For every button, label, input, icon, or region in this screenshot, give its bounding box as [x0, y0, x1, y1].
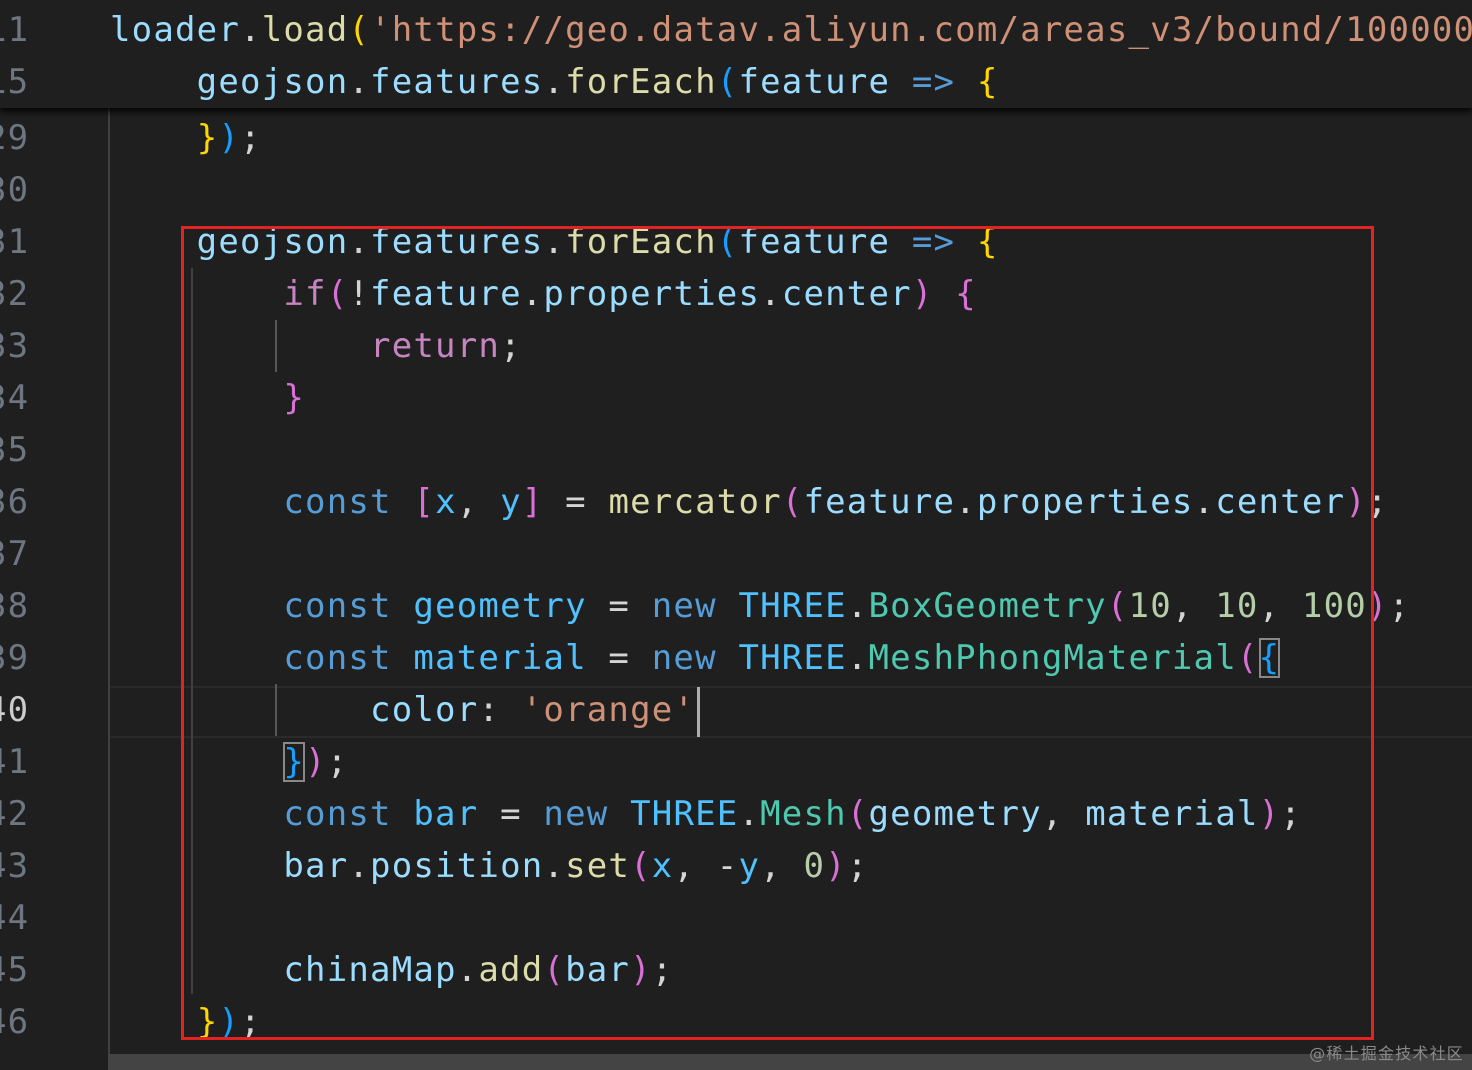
code-line[interactable]: 15 geojson.features.forEach(feature => { — [0, 56, 1472, 108]
line-number: 31 — [0, 222, 30, 262]
line-number: 37 — [0, 534, 30, 574]
code-token: ; — [240, 118, 262, 158]
code-token: geojson — [110, 62, 349, 102]
code-line[interactable]: 30 — [0, 164, 1472, 216]
line-number: 32 — [0, 274, 30, 314]
horizontal-scrollbar[interactable] — [108, 1054, 1472, 1070]
code-line[interactable]: 11 loader.load('https://geo.datav.aliyun.… — [0, 4, 1472, 56]
code-editor[interactable]: 29 });3031 geojson.features.forEach(feat… — [0, 0, 1472, 1070]
code-token: { — [976, 62, 999, 102]
sticky-scroll-header[interactable]: 11loader.load('https://geo.datav.aliyun.… — [0, 0, 1472, 108]
line-number: 35 — [0, 430, 30, 470]
code-line[interactable]: 29 }); — [0, 112, 1472, 164]
code-token: loader — [110, 10, 241, 50]
gutter-corner — [0, 1054, 108, 1070]
code-token: . — [543, 62, 566, 102]
line-content[interactable]: }); — [110, 112, 262, 164]
code-token: ( — [716, 62, 739, 102]
code-token: ( — [348, 10, 371, 50]
code-token: => — [890, 62, 977, 102]
line-number: 11 — [0, 10, 30, 50]
line-number: 36 — [0, 482, 30, 522]
line-number: 33 — [0, 326, 30, 366]
line-number: 44 — [0, 898, 30, 938]
red-annotation-box — [181, 226, 1374, 1040]
line-number: 42 — [0, 794, 30, 834]
code-token: } — [196, 118, 219, 158]
line-number: 29 — [0, 118, 30, 158]
line-number: 39 — [0, 638, 30, 678]
code-token: feature — [738, 62, 891, 102]
line-number: 38 — [0, 586, 30, 626]
line-number: 15 — [0, 62, 30, 102]
line-number: 41 — [0, 742, 30, 782]
line-content[interactable]: geojson.features.forEach(feature => { — [110, 56, 999, 108]
line-content[interactable]: loader.load('https://geo.datav.aliyun.co… — [110, 4, 1472, 56]
code-token: forEach — [565, 62, 717, 102]
watermark: @稀土掘金技术社区 — [1309, 1044, 1464, 1063]
line-number: 30 — [0, 170, 30, 210]
line-number: 34 — [0, 378, 30, 418]
code-token: load — [261, 10, 349, 50]
code-token: . — [348, 62, 371, 102]
code-token: 'https://geo.datav.aliyun.com/areas_v3/b… — [370, 10, 1472, 50]
code-token: . — [240, 10, 262, 50]
line-number: 40 — [0, 690, 30, 730]
line-number: 45 — [0, 950, 30, 990]
line-number: 43 — [0, 846, 30, 886]
code-token: ) — [218, 118, 241, 158]
line-number: 46 — [0, 1002, 30, 1042]
code-token: features — [370, 62, 544, 102]
code-token: ; — [1388, 586, 1411, 626]
